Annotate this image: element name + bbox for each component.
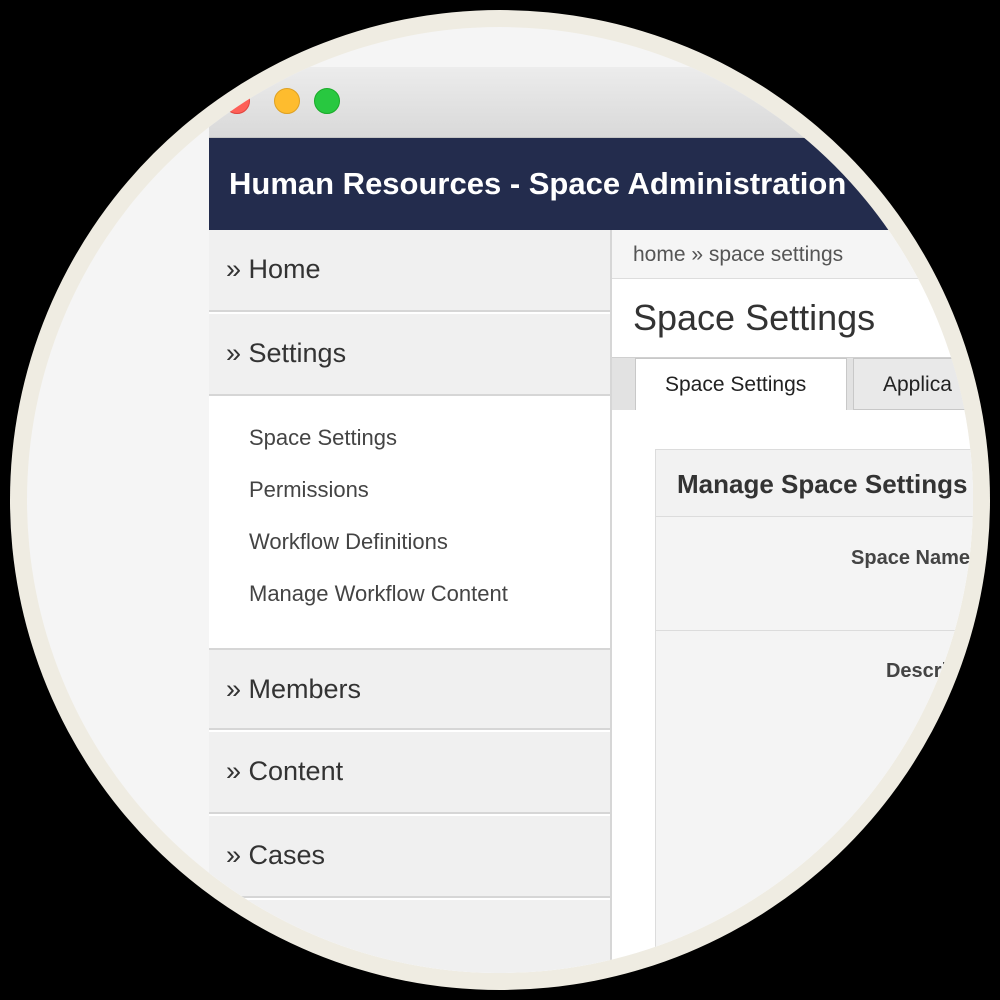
space-name-row: Space Name <box>656 517 973 631</box>
sidebar-item-label: » Home <box>226 254 321 284</box>
tab-bar: Space Settings Applica <box>612 357 973 410</box>
sidebar-item-content[interactable]: » Content <box>209 732 610 814</box>
sidebar-item-home[interactable]: » Home <box>209 230 610 312</box>
submenu-permissions[interactable]: Permissions <box>249 477 369 503</box>
sidebar-item-label: » Members <box>226 674 362 704</box>
tab-applications[interactable]: Applica <box>853 358 973 410</box>
breadcrumb-bar: home » space settings <box>612 230 973 279</box>
description-label: Description <box>885 660 973 682</box>
sidebar-item-next[interactable] <box>209 900 610 973</box>
space-header: Human Resources - Space Administration <box>209 138 969 230</box>
settings-panel: Manage Space Settings Space Name Descrip… <box>655 449 973 973</box>
app-window: Human Resources - Space Administration »… <box>27 27 973 973</box>
description-row: Description <box>656 631 973 931</box>
tab-label: Space Settings <box>665 373 807 396</box>
sidebar-item-members[interactable]: » Members <box>209 648 610 730</box>
submenu-manage-workflow-content[interactable]: Manage Workflow Content <box>249 581 508 607</box>
breadcrumb[interactable]: home » space settings <box>633 243 843 267</box>
magnified-screenshot: Human Resources - Space Administration »… <box>0 0 1000 1000</box>
close-window-button[interactable] <box>224 88 250 114</box>
panel-header: Manage Space Settings <box>656 450 973 517</box>
sidebar-item-label: » Cases <box>226 840 326 870</box>
submenu-space-settings[interactable]: Space Settings <box>249 425 397 451</box>
main-content: home » space settings Space Settings Spa… <box>612 230 973 973</box>
zoom-window-button[interactable] <box>314 88 340 114</box>
tab-label: Applica <box>883 373 952 396</box>
minimize-window-button[interactable] <box>274 88 300 114</box>
lens-view: Human Resources - Space Administration »… <box>27 27 973 973</box>
tab-space-settings[interactable]: Space Settings <box>635 358 847 410</box>
panel-title: Manage Space Settings <box>677 469 968 499</box>
space-name-label: Space Name <box>851 547 970 569</box>
page-title: Space Settings <box>633 297 876 338</box>
sidebar-item-cases[interactable]: » Cases <box>209 816 610 898</box>
sidebar-item-label: » Content <box>226 756 344 786</box>
header-title: Human Resources - Space Administration <box>229 166 847 201</box>
sidebar-item-settings[interactable]: » Settings <box>209 314 610 396</box>
sidebar-item-label: » Settings <box>226 338 347 368</box>
submenu-workflow-definitions[interactable]: Workflow Definitions <box>249 529 448 555</box>
sidebar: » Home » Settings Space Settings Permiss… <box>209 230 612 973</box>
